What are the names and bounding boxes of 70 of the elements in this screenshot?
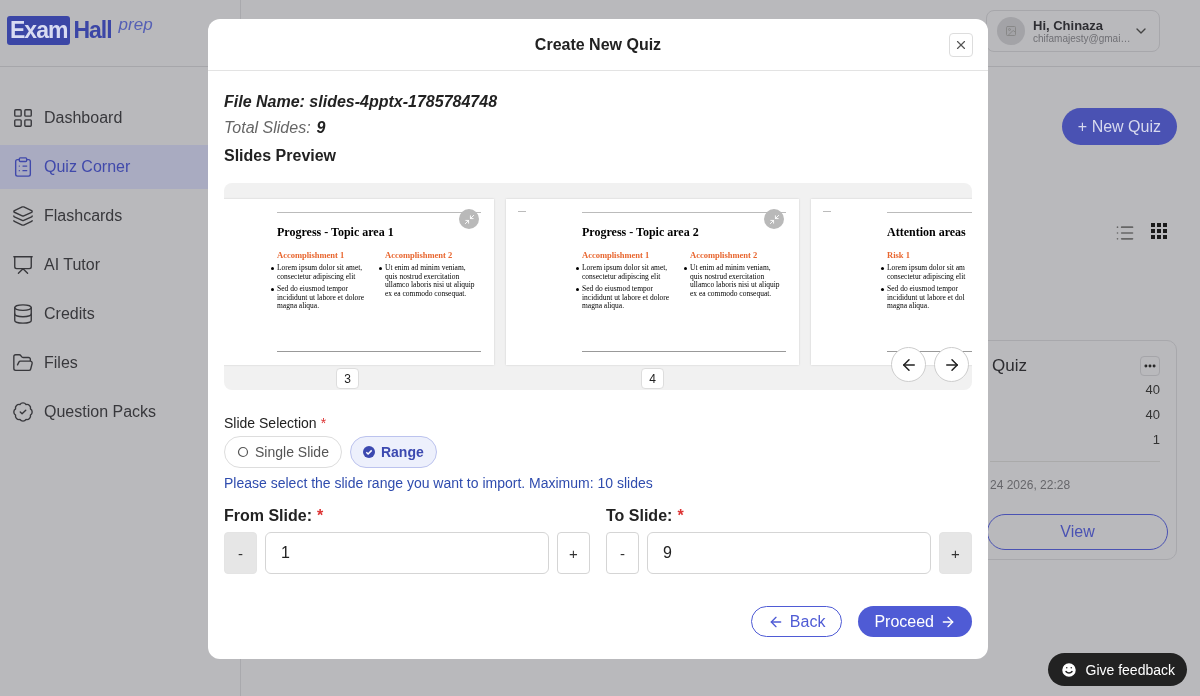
required-mark: * [317,507,324,525]
back-button[interactable]: Back [750,606,843,637]
number-input[interactable]: 1 [265,532,549,574]
check-circle-icon [362,446,375,458]
bullet-icon [881,288,884,291]
file-name: File Name: slides-4pptx-1785784748 [224,93,499,111]
slide-heading: Accomplishment 1 [277,250,346,260]
bullet-icon [684,267,687,270]
radio-circle-icon [237,446,249,458]
field-label: From Slide: [224,507,312,525]
radio-option[interactable]: Single Slide [224,436,342,468]
smile-icon [1059,660,1078,679]
bullet-icon [576,267,579,270]
sidebar-item[interactable]: Credits [0,292,240,336]
field-label: To Slide: [606,507,673,525]
user-name: Hi, Chinaza [1033,18,1105,33]
slide-thumbnail[interactable] [224,199,494,365]
number-input[interactable]: 9 [647,532,931,574]
slide-title: Attention areas [887,225,967,240]
bullet-icon [271,288,274,291]
slide-heading: Accomplishment 2 [385,250,454,260]
slide-heading: Accomplishment 2 [690,250,759,260]
radio-option[interactable]: Range [349,436,437,468]
sidebar-item[interactable]: Files [0,341,240,385]
slide-thumbnail[interactable] [506,199,799,365]
nav-icon [12,401,34,423]
nav-icon [12,352,34,374]
grid-view-icon[interactable] [1151,223,1167,239]
more-button[interactable] [1140,356,1160,376]
slide-number: 3 [336,368,359,389]
bullet-icon [379,267,382,270]
collapse-icon [768,213,780,225]
nav-icon [12,254,34,276]
slide-title: Progress - Topic area 2 [582,225,700,240]
nav-icon [12,107,34,129]
feedback-button[interactable]: Give feedback [1047,653,1187,686]
stat-value: 40 [1145,382,1160,397]
stat-value: 1 [1152,432,1160,447]
decrement-button[interactable]: - [606,532,639,574]
field-label: Slide Selection [224,415,317,431]
close-button[interactable] [949,33,973,57]
image-icon [1005,25,1017,37]
nav-icon [12,303,34,325]
sidebar-item[interactable]: Flashcards [0,194,240,238]
slide-title: Progress - Topic area 1 [277,225,395,240]
close-icon [954,38,968,52]
sidebar-item[interactable]: AI Tutor [0,243,240,287]
slide-number: 4 [641,368,664,389]
total-slides-label: Total Slides: [224,119,311,137]
slide-heading: Accomplishment 1 [582,250,651,260]
quiz-date: 24 2026, 22:28 [990,461,1160,492]
collapse-icon [463,213,475,225]
dialog-title: Create New Quiz [534,35,662,54]
list-view-icon[interactable] [1115,223,1135,243]
total-slides-value: 9 [316,119,326,137]
new-quiz-button[interactable]: + New Quiz [1061,108,1177,145]
quiz-title: Quiz [992,356,1027,376]
nav-icon [12,205,34,227]
proceed-button[interactable]: Proceed [858,606,972,637]
bullet-icon [271,267,274,270]
stat-value: 40 [1145,407,1160,422]
help-text: Please select the slide range you want to import. Maximum: 10 slides [224,475,654,491]
required-mark: * [677,507,684,525]
nav-icon [12,156,34,178]
slide-heading: Risk 1 [887,250,911,260]
bullet-icon [881,267,884,270]
increment-button[interactable]: + [557,532,590,574]
required-mark: * [320,415,327,431]
bullet-icon [576,288,579,291]
user-menu[interactable]: Hi, Chinaza chifamajesty@gmai… [986,10,1160,52]
